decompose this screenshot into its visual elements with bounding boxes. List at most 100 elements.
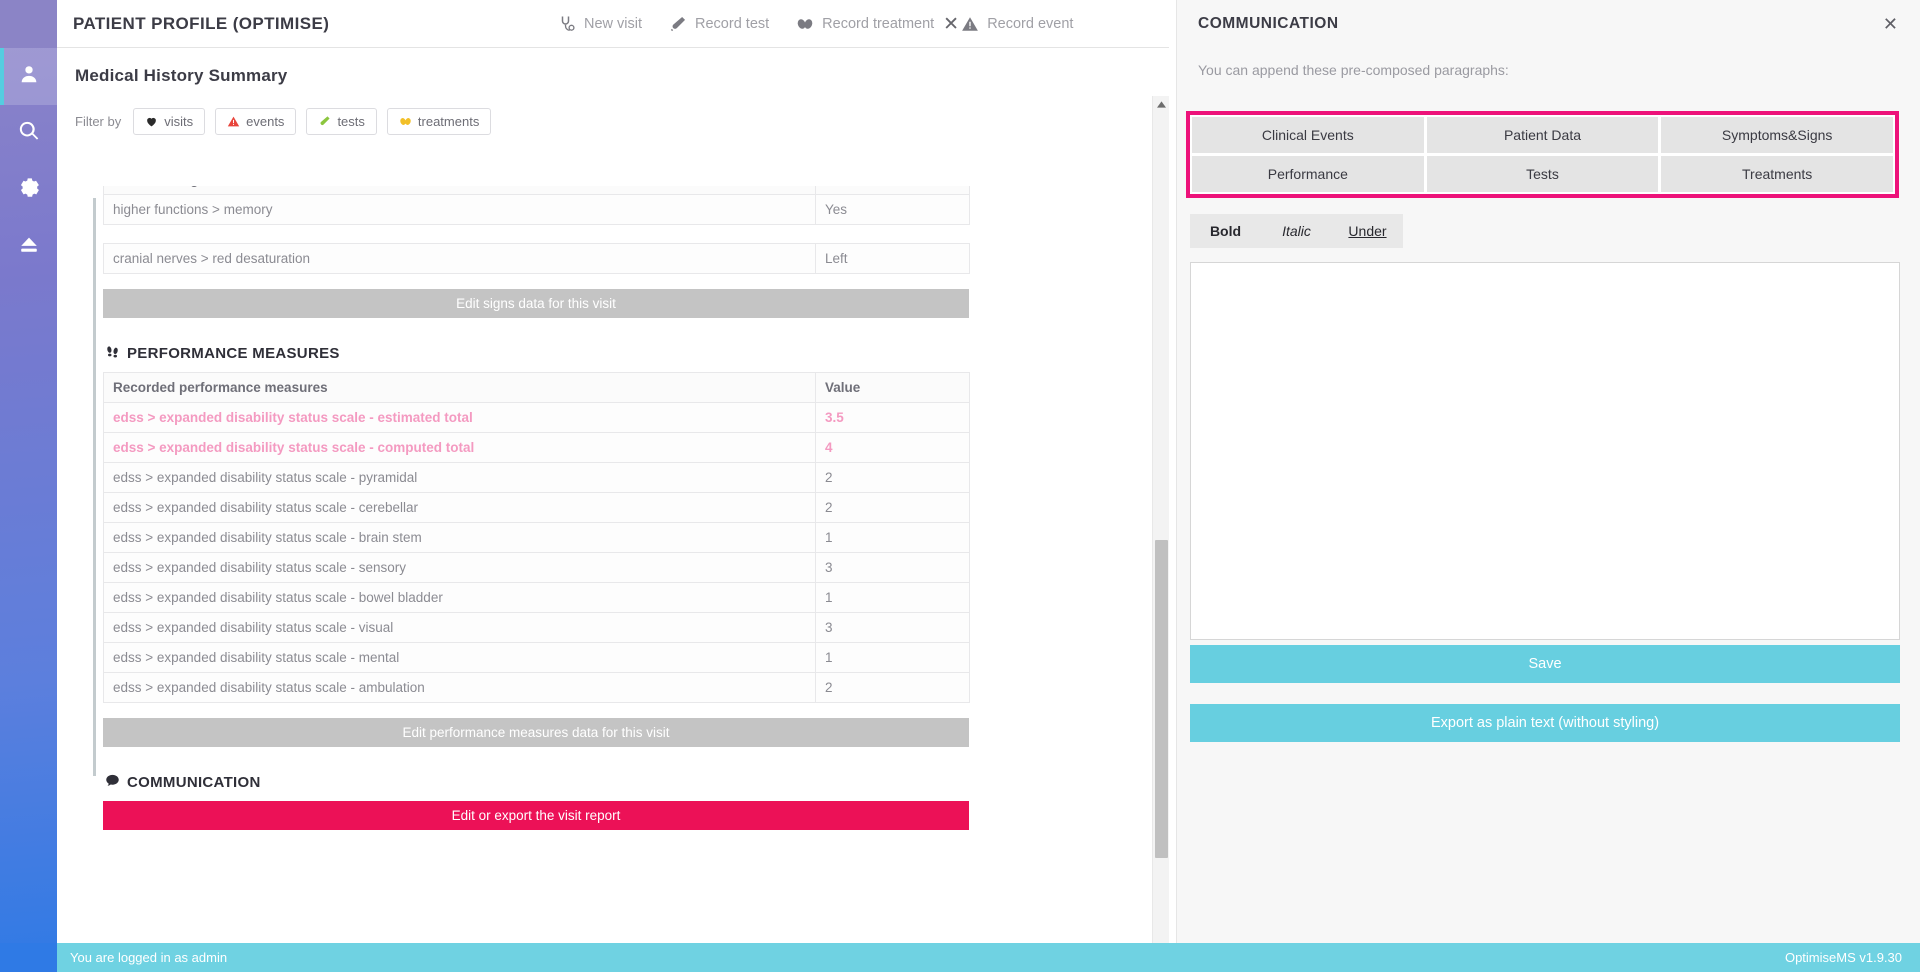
perf-name: edss > expanded disability status scale …	[103, 492, 816, 523]
eject-icon	[18, 234, 40, 261]
communication-panel-title: COMMUNICATION	[1198, 15, 1339, 32]
table-row: edss > expanded disability status scale …	[103, 492, 970, 523]
perf-name: edss > expanded disability status scale …	[103, 462, 816, 493]
perf-value: 3	[815, 552, 970, 583]
filter-chip-tests[interactable]: tests	[306, 108, 377, 135]
footprints-icon	[105, 344, 120, 363]
scrollbar-thumb[interactable]	[1155, 540, 1168, 858]
new-visit-label: New visit	[584, 16, 643, 32]
speech-bubble-icon	[105, 773, 120, 792]
warning-triangle-icon	[960, 15, 979, 34]
save-button[interactable]: Save	[1190, 645, 1900, 683]
filter-chip-tests-label: tests	[337, 114, 365, 129]
test-tube-icon	[318, 115, 331, 128]
record-event-button[interactable]: Record event	[960, 15, 1073, 34]
perf-value: 2	[815, 492, 970, 523]
perf-name: edss > expanded disability status scale …	[103, 612, 816, 643]
heart-icon	[145, 115, 158, 128]
perf-name: edss > expanded disability status scale …	[103, 642, 816, 673]
sidebar-item-patient[interactable]	[0, 48, 57, 105]
communication-heading-label: COMMUNICATION	[127, 774, 261, 791]
perf-value: 2	[815, 462, 970, 493]
report-editor[interactable]	[1190, 262, 1900, 640]
preset-clinical-events-button[interactable]: Clinical Events	[1192, 117, 1424, 153]
perf-name: edss > expanded disability status scale …	[103, 402, 816, 433]
perf-name: edss > expanded disability status scale …	[103, 552, 816, 583]
record-test-label: Record test	[695, 16, 770, 32]
visit-content: Recorded signs Value higher functions > …	[103, 186, 993, 830]
communication-panel-header: COMMUNICATION ✕	[1177, 0, 1920, 48]
table-row: edss > expanded disability status scale …	[103, 432, 970, 463]
perf-value: 4	[815, 432, 970, 463]
preset-tests-button[interactable]: Tests	[1426, 156, 1659, 192]
sidebar	[0, 0, 57, 972]
table-header-row: Recorded signs Value	[103, 186, 970, 195]
edit-export-report-button[interactable]: Edit or export the visit report	[103, 801, 969, 830]
perf-value: 1	[815, 582, 970, 613]
preset-symptoms-signs-button[interactable]: Symptoms&Signs	[1661, 117, 1893, 153]
filter-chip-visits-label: visits	[164, 114, 194, 129]
main-body: Medical History Summary Filter by visits…	[57, 48, 1169, 943]
page-title: PATIENT PROFILE (OPTIMISE)	[73, 13, 330, 33]
table-header-row: Recorded performance measures Value	[103, 372, 970, 403]
filter-chip-treatments[interactable]: treatments	[386, 108, 492, 135]
underline-button[interactable]: Under	[1332, 214, 1403, 248]
timeline-line	[93, 198, 96, 776]
communication-heading: COMMUNICATION	[105, 773, 993, 792]
sidebar-item-settings[interactable]	[0, 162, 57, 219]
perf-value: 3	[815, 612, 970, 643]
new-visit-button[interactable]: New visit	[557, 15, 642, 34]
perf-name: edss > expanded disability status scale …	[103, 582, 816, 613]
main-scrollbar[interactable]	[1152, 96, 1169, 943]
close-icon[interactable]: ✕	[943, 0, 959, 48]
stethoscope-icon	[557, 15, 576, 34]
signs-table-wrapper: Recorded signs Value higher functions > …	[103, 186, 993, 244]
performance-table: Recorded performance measures Value edss…	[103, 372, 970, 703]
pills-icon	[399, 115, 412, 128]
edit-signs-button[interactable]: Edit signs data for this visit	[103, 289, 969, 318]
app-root: PATIENT PROFILE (OPTIMISE) New visit Rec…	[0, 0, 1920, 972]
bold-button[interactable]: Bold	[1190, 214, 1261, 248]
filter-chip-visits[interactable]: visits	[133, 108, 206, 135]
sidebar-item-logout[interactable]	[0, 219, 57, 276]
sidebar-item-search[interactable]	[0, 105, 57, 162]
preset-patient-data-button[interactable]: Patient Data	[1426, 117, 1659, 153]
preset-performance-button[interactable]: Performance	[1192, 156, 1424, 192]
close-icon[interactable]: ✕	[1883, 0, 1898, 48]
user-icon	[18, 63, 40, 90]
pills-icon	[795, 15, 814, 34]
preset-paragraphs-box: Clinical Events Patient Data Symptoms&Si…	[1186, 111, 1899, 198]
table-row: edss > expanded disability status scale …	[103, 402, 970, 433]
header-actions: New visit Record test Record treatment R…	[557, 0, 1073, 48]
communication-panel-subtitle: You can append these pre-composed paragr…	[1198, 62, 1509, 78]
record-treatment-label: Record treatment	[822, 16, 935, 32]
sign-name: higher functions > memory	[103, 194, 816, 225]
preset-treatments-button[interactable]: Treatments	[1661, 156, 1893, 192]
filter-chip-events[interactable]: events	[215, 108, 297, 135]
perf-value: 1	[815, 642, 970, 673]
italic-button[interactable]: Italic	[1261, 214, 1332, 248]
record-test-button[interactable]: Record test	[668, 15, 769, 34]
filter-chip-treatments-label: treatments	[417, 114, 480, 129]
performance-measures-heading-label: PERFORMANCE MEASURES	[127, 345, 340, 362]
test-tube-icon	[668, 15, 687, 34]
sign-value: Left	[815, 243, 970, 274]
table-row: edss > expanded disability status scale …	[103, 522, 970, 553]
section-title: Medical History Summary	[75, 66, 288, 85]
sign-name: cranial nerves > red desaturation	[103, 243, 816, 274]
signs-table-rest: cranial nerves > red desaturation Left	[103, 243, 970, 274]
table-row: edss > expanded disability status scale …	[103, 672, 970, 703]
table-row: cranial nerves > red desaturation Left	[103, 243, 970, 274]
scroll-up-icon[interactable]	[1153, 96, 1169, 112]
edit-performance-button[interactable]: Edit performance measures data for this …	[103, 718, 969, 747]
signs-col-value: Value	[815, 186, 970, 195]
export-plain-text-button[interactable]: Export as plain text (without styling)	[1190, 704, 1900, 742]
table-row: edss > expanded disability status scale …	[103, 552, 970, 583]
app-version: OptimiseMS v1.9.30	[1784, 950, 1902, 965]
record-treatment-button[interactable]: Record treatment	[795, 15, 934, 34]
status-bar: You are logged in as admin OptimiseMS v1…	[0, 943, 1920, 972]
perf-name: edss > expanded disability status scale …	[103, 522, 816, 553]
search-icon	[18, 120, 40, 147]
perf-col-value: Value	[815, 372, 970, 403]
table-row: edss > expanded disability status scale …	[103, 462, 970, 493]
